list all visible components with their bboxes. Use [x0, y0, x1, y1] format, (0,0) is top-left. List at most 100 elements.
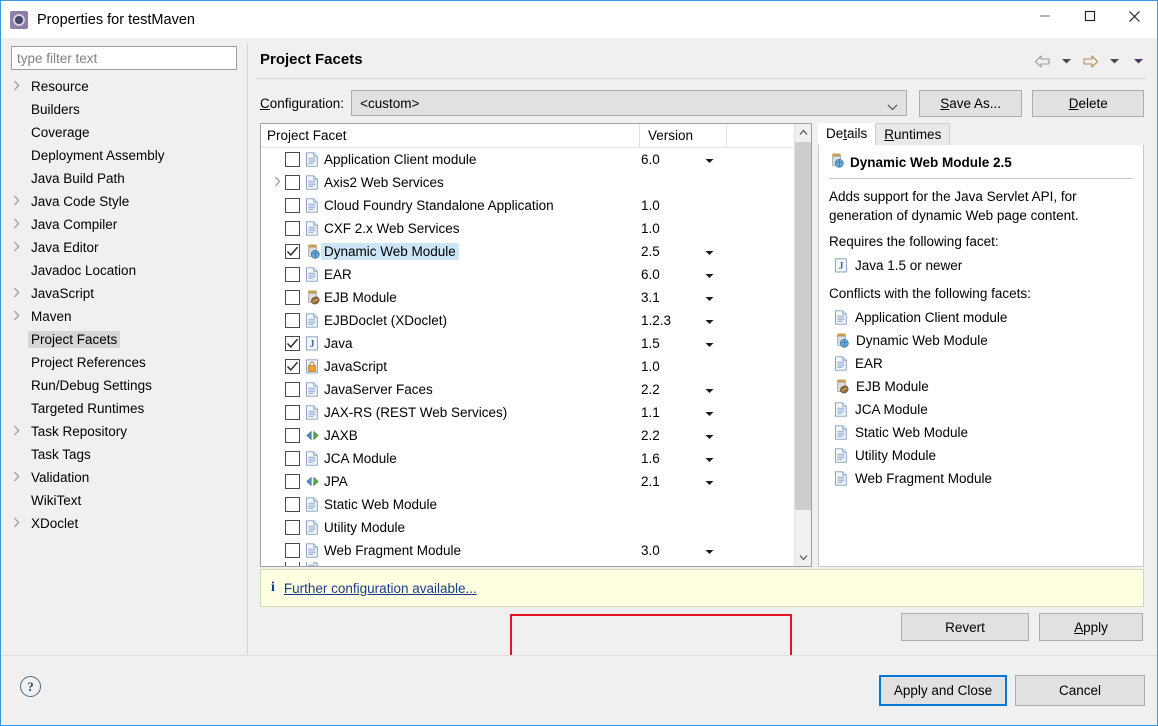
version-dropdown-icon[interactable] — [705, 290, 714, 305]
version-dropdown-icon[interactable] — [705, 451, 714, 466]
table-row[interactable]: JavaScript 1.0 — [261, 355, 811, 378]
facet-checkbox[interactable] — [285, 267, 300, 282]
facet-version[interactable]: 1.0 — [641, 359, 660, 374]
version-dropdown-icon[interactable] — [705, 267, 714, 282]
sidebar-item-javascript[interactable]: JavaScript — [9, 282, 241, 305]
sidebar-item-validation[interactable]: Validation — [9, 466, 241, 489]
table-row[interactable]: J Java 1.5 — [261, 332, 811, 355]
scroll-up-icon[interactable] — [795, 124, 811, 141]
filter-input[interactable] — [11, 46, 237, 70]
chevron-right-icon[interactable] — [13, 240, 20, 255]
facet-version[interactable]: 6.0 — [641, 267, 660, 282]
table-row[interactable]: JavaServer Faces 2.2 — [261, 378, 811, 401]
facet-checkbox[interactable] — [285, 543, 300, 558]
close-button[interactable] — [1112, 1, 1157, 31]
maximize-button[interactable] — [1067, 1, 1112, 31]
facet-checkbox[interactable] — [285, 562, 300, 566]
facet-version[interactable]: 3.0 — [641, 543, 660, 558]
column-header-project-facet[interactable]: Project Facet — [261, 128, 639, 143]
facet-checkbox[interactable] — [285, 428, 300, 443]
expand-twisty[interactable] — [9, 305, 23, 328]
chevron-right-icon[interactable] — [13, 286, 20, 301]
expand-twisty[interactable] — [9, 420, 23, 443]
minimize-button[interactable] — [1022, 1, 1067, 31]
table-row[interactable]: Static Web Module — [261, 493, 811, 516]
table-row[interactable]: Web Fragment Module 3.0 — [261, 539, 811, 562]
apply-button[interactable]: Apply — [1039, 613, 1143, 641]
revert-button[interactable]: Revert — [901, 613, 1029, 641]
facet-checkbox[interactable] — [285, 175, 300, 190]
facet-version[interactable]: 2.2 — [641, 382, 660, 397]
sidebar-item-targeted-runtimes[interactable]: Targeted Runtimes — [9, 397, 241, 420]
sidebar-item-resource[interactable]: Resource — [9, 75, 241, 98]
facet-checkbox[interactable] — [285, 497, 300, 512]
table-row[interactable]: Dynamic Web Module 2.5 — [261, 240, 811, 263]
chevron-right-icon[interactable] — [13, 516, 20, 531]
facet-version[interactable]: 1.5 — [641, 336, 660, 351]
sidebar-item-project-references[interactable]: Project References — [9, 351, 241, 374]
table-row[interactable]: CXF 2.x Web Services 1.0 — [261, 217, 811, 240]
facet-version[interactable]: 1.6 — [641, 451, 660, 466]
table-row[interactable]: EAR 6.0 — [261, 263, 811, 286]
facet-checkbox[interactable] — [285, 451, 300, 466]
facet-checkbox[interactable] — [285, 244, 300, 259]
back-menu-chevron-down-icon[interactable] — [1055, 51, 1077, 71]
expand-twisty[interactable] — [9, 282, 23, 305]
help-icon[interactable]: ? — [20, 676, 41, 697]
facet-version[interactable]: 1.0 — [641, 198, 660, 213]
scrollbar-thumb[interactable] — [795, 142, 811, 510]
version-dropdown-icon[interactable] — [705, 405, 714, 420]
expand-twisty[interactable] — [9, 466, 23, 489]
sidebar-item-wikitext[interactable]: WikiText — [9, 489, 241, 512]
sidebar-item-maven[interactable]: Maven — [9, 305, 241, 328]
chevron-right-icon[interactable] — [13, 217, 20, 232]
expand-twisty[interactable] — [9, 190, 23, 213]
expand-twisty[interactable] — [9, 213, 23, 236]
facet-checkbox[interactable] — [285, 198, 300, 213]
sidebar-item-java-compiler[interactable]: Java Compiler — [9, 213, 241, 236]
facet-version[interactable]: 2.5 — [641, 244, 660, 259]
version-dropdown-icon[interactable] — [705, 244, 714, 259]
facet-checkbox[interactable] — [285, 313, 300, 328]
sidebar-item-task-repository[interactable]: Task Repository — [9, 420, 241, 443]
version-dropdown-icon[interactable] — [705, 474, 714, 489]
delete-button[interactable]: Delete — [1032, 89, 1145, 117]
save-as-button[interactable]: Save As... — [918, 89, 1023, 117]
table-row[interactable]: JCA Module 1.6 — [261, 447, 811, 470]
sidebar-item-deployment-assembly[interactable]: Deployment Assembly — [9, 144, 241, 167]
cancel-button[interactable]: Cancel — [1015, 675, 1145, 706]
facet-checkbox[interactable] — [285, 221, 300, 236]
expand-twisty[interactable] — [269, 175, 285, 190]
table-row[interactable]: Cloud Foundry Standalone Application 1.0 — [261, 194, 811, 217]
tab-details[interactable]: Details — [818, 123, 876, 145]
table-row[interactable]: Axis2 Web Services — [261, 171, 811, 194]
facet-checkbox[interactable] — [285, 474, 300, 489]
sidebar-item-run-debug-settings[interactable]: Run/Debug Settings — [9, 374, 241, 397]
version-dropdown-icon[interactable] — [705, 336, 714, 351]
facet-checkbox[interactable] — [285, 359, 300, 374]
facet-version[interactable]: 6.0 — [641, 152, 660, 167]
facet-checkbox[interactable] — [285, 152, 300, 167]
chevron-right-icon[interactable] — [13, 309, 20, 324]
version-dropdown-icon[interactable] — [705, 543, 714, 558]
table-row[interactable]: EJB Module 3.1 — [261, 286, 811, 309]
expand-twisty[interactable] — [9, 512, 23, 535]
chevron-right-icon[interactable] — [13, 79, 20, 94]
table-row[interactable]: EJBDoclet (XDoclet) 1.2.3 — [261, 309, 811, 332]
column-header-version[interactable]: Version — [639, 124, 727, 148]
further-configuration-link[interactable]: Further configuration available... — [284, 581, 477, 596]
scroll-down-icon[interactable] — [795, 549, 811, 566]
configuration-select[interactable]: <custom> — [351, 90, 907, 116]
facet-version[interactable]: 1.2.3 — [641, 313, 671, 328]
expand-twisty[interactable] — [9, 236, 23, 259]
facet-version[interactable]: 2.2 — [641, 428, 660, 443]
facet-version[interactable]: 1.1 — [641, 405, 660, 420]
sidebar-item-java-editor[interactable]: Java Editor — [9, 236, 241, 259]
tab-runtimes[interactable]: Runtimes — [875, 123, 951, 145]
version-dropdown-icon[interactable] — [705, 152, 714, 167]
facet-version[interactable]: 1.0 — [641, 221, 660, 236]
facet-checkbox[interactable] — [285, 382, 300, 397]
back-arrow-icon[interactable] — [1031, 51, 1053, 71]
version-dropdown-icon[interactable] — [705, 382, 714, 397]
chevron-right-icon[interactable] — [13, 470, 20, 485]
